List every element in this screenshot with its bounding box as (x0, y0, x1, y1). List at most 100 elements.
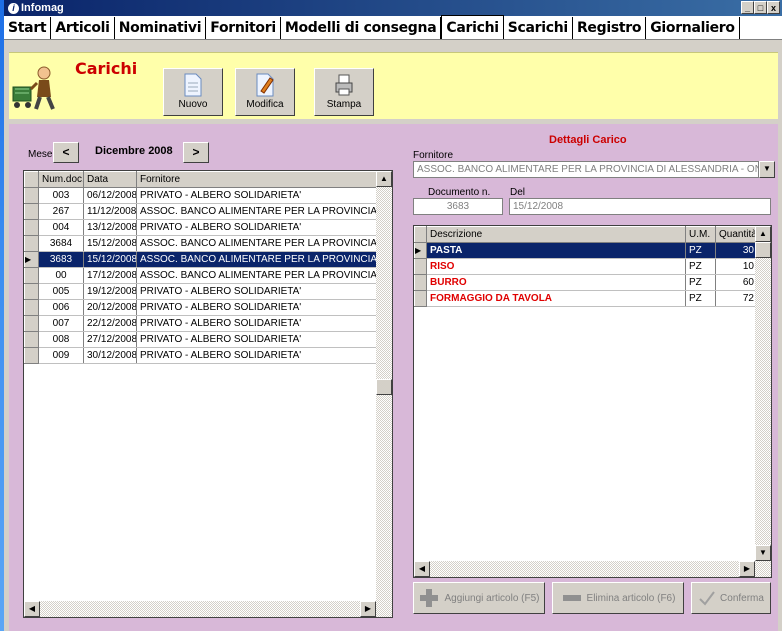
table-row[interactable]: 004 13/12/2008 PRIVATO - ALBERO SOLIDARIET… (24, 219, 379, 236)
table-row[interactable]: 003 06/12/2008 PRIVATO - ALBERO SOLIDARIET… (24, 187, 379, 204)
item-row[interactable]: FORMAGGIO DA TAVOLA PZ 72 (414, 290, 758, 307)
remove-item-button[interactable]: Elimina articolo (F6) (552, 582, 684, 614)
new-button[interactable]: Nuovo (163, 68, 223, 116)
supplier-cell[interactable]: ASSOC. BANCO ALIMENTARE PER LA PROVINCIA… (136, 235, 379, 252)
items-vertical-scrollbar[interactable]: ▲ ▼ (755, 226, 771, 561)
tab-start[interactable]: Start (4, 17, 52, 39)
item-quantity-cell[interactable]: 10 (715, 258, 758, 275)
item-row[interactable]: RISO PZ 10 (414, 258, 758, 275)
date-cell[interactable]: 06/12/2008 (83, 187, 137, 204)
row-selector[interactable] (24, 331, 39, 348)
item-um-cell[interactable]: PZ (685, 258, 716, 275)
scroll-right-icon[interactable]: ▶ (360, 601, 376, 617)
table-row[interactable]: 3684 15/12/2008 ASSOC. BANCO ALIMENTARE PE… (24, 235, 379, 252)
item-um-cell[interactable]: PZ (685, 274, 716, 291)
row-selector[interactable] (414, 274, 427, 291)
scroll-right-icon[interactable]: ▶ (739, 561, 755, 577)
row-selector[interactable] (24, 347, 39, 364)
num-doc-cell[interactable]: 009 (38, 347, 84, 364)
table-row[interactable]: 009 30/12/2008 PRIVATO - ALBERO SOLIDARIET… (24, 347, 379, 364)
col-header-descrizione[interactable]: Descrizione (426, 226, 686, 243)
tab-modelli-di-consegna[interactable]: Modelli di consegna (281, 17, 442, 39)
num-doc-cell[interactable]: 007 (38, 315, 84, 332)
date-cell[interactable]: 11/12/2008 (83, 203, 137, 220)
print-button[interactable]: Stampa (314, 68, 374, 116)
row-selector[interactable] (414, 290, 427, 307)
loads-horizontal-scrollbar[interactable]: ◀ ▶ (24, 601, 392, 617)
col-header-data[interactable]: Data (83, 171, 137, 188)
tab-giornaliero[interactable]: Giornaliero (646, 17, 740, 39)
date-cell[interactable]: 13/12/2008 (83, 219, 137, 236)
close-button[interactable]: x (767, 1, 780, 14)
item-quantity-cell[interactable]: 30 (715, 242, 758, 259)
minimize-button[interactable]: _ (741, 1, 754, 14)
date-cell[interactable]: 17/12/2008 (83, 267, 137, 284)
row-selector[interactable] (24, 315, 39, 332)
tab-carichi[interactable]: Carichi (441, 15, 504, 39)
date-cell[interactable]: 30/12/2008 (83, 347, 137, 364)
table-row[interactable]: 00 17/12/2008 ASSOC. BANCO ALIMENTARE PER … (24, 267, 379, 284)
supplier-cell[interactable]: PRIVATO - ALBERO SOLIDARIETA' (136, 331, 379, 348)
item-quantity-cell[interactable]: 60 (715, 274, 758, 291)
item-um-cell[interactable]: PZ (685, 242, 716, 259)
row-selector[interactable] (24, 299, 39, 316)
tab-registro[interactable]: Registro (573, 17, 647, 39)
item-row[interactable]: ▶ PASTA PZ 30 (414, 242, 758, 259)
item-description-cell[interactable]: FORMAGGIO DA TAVOLA (426, 290, 686, 307)
row-selector[interactable] (24, 235, 39, 252)
date-cell[interactable]: 22/12/2008 (83, 315, 137, 332)
num-doc-cell[interactable]: 3684 (38, 235, 84, 252)
item-description-cell[interactable]: BURRO (426, 274, 686, 291)
row-selector[interactable] (24, 283, 39, 300)
table-row[interactable]: 007 22/12/2008 PRIVATO - ALBERO SOLIDARIET… (24, 315, 379, 332)
table-row[interactable]: 267 11/12/2008 ASSOC. BANCO ALIMENTARE PER… (24, 203, 379, 220)
row-selector[interactable] (24, 187, 39, 204)
supplier-cell[interactable]: ASSOC. BANCO ALIMENTARE PER LA PROVINCIA… (136, 251, 379, 268)
supplier-cell[interactable]: PRIVATO - ALBERO SOLIDARIETA' (136, 283, 379, 300)
item-row[interactable]: BURRO PZ 60 (414, 274, 758, 291)
add-item-button[interactable]: Aggiungi articolo (F5) (413, 582, 545, 614)
scroll-thumb[interactable] (755, 242, 771, 258)
num-doc-cell[interactable]: 006 (38, 299, 84, 316)
maximize-button[interactable]: □ (754, 1, 767, 14)
date-cell[interactable]: 19/12/2008 (83, 283, 137, 300)
item-um-cell[interactable]: PZ (685, 290, 716, 307)
item-description-cell[interactable]: PASTA (426, 242, 686, 259)
current-row-arrow-icon[interactable]: ▶ (24, 251, 39, 268)
table-row[interactable]: 006 20/12/2008 PRIVATO - ALBERO SOLIDARIET… (24, 299, 379, 316)
chevron-down-icon[interactable]: ▼ (759, 161, 775, 178)
supplier-cell[interactable]: PRIVATO - ALBERO SOLIDARIETA' (136, 299, 379, 316)
row-selector[interactable] (414, 258, 427, 275)
num-doc-cell[interactable]: 3683 (38, 251, 84, 268)
supplier-cell[interactable]: ASSOC. BANCO ALIMENTARE PER LA PROVINCIA… (136, 203, 379, 220)
table-row[interactable]: 008 27/12/2008 PRIVATO - ALBERO SOLIDARIET… (24, 331, 379, 348)
num-doc-cell[interactable]: 008 (38, 331, 84, 348)
num-doc-cell[interactable]: 003 (38, 187, 84, 204)
tab-nominativi[interactable]: Nominativi (115, 17, 207, 39)
date-field[interactable]: 15/12/2008 (509, 198, 771, 215)
date-cell[interactable]: 20/12/2008 (83, 299, 137, 316)
num-doc-cell[interactable]: 00 (38, 267, 84, 284)
tab-scarichi[interactable]: Scarichi (504, 17, 573, 39)
doc-number-field[interactable]: 3683 (413, 198, 503, 215)
supplier-cell[interactable]: PRIVATO - ALBERO SOLIDARIETA' (136, 187, 379, 204)
item-quantity-cell[interactable]: 72 (715, 290, 758, 307)
col-header-quantita[interactable]: Quantità (715, 226, 758, 243)
supplier-cell[interactable]: PRIVATO - ALBERO SOLIDARIETA' (136, 219, 379, 236)
date-cell[interactable]: 27/12/2008 (83, 331, 137, 348)
col-header-num-doc[interactable]: Num.doc. (38, 171, 84, 188)
scroll-down-icon[interactable]: ▼ (755, 545, 771, 561)
row-selector[interactable] (24, 267, 39, 284)
scroll-thumb[interactable] (376, 379, 392, 395)
scroll-left-icon[interactable]: ◀ (414, 561, 430, 577)
loads-vertical-scrollbar[interactable]: ▲ (376, 171, 392, 601)
date-cell[interactable]: 15/12/2008 (83, 251, 137, 268)
supplier-select[interactable]: ASSOC. BANCO ALIMENTARE PER LA PROVINCIA… (413, 161, 759, 178)
num-doc-cell[interactable]: 005 (38, 283, 84, 300)
scroll-left-icon[interactable]: ◀ (24, 601, 40, 617)
supplier-cell[interactable]: ASSOC. BANCO ALIMENTARE PER LA PROVINCIA… (136, 267, 379, 284)
tab-fornitori[interactable]: Fornitori (206, 17, 281, 39)
current-row-arrow-icon[interactable]: ▶ (414, 242, 427, 259)
row-selector[interactable] (24, 203, 39, 220)
next-month-button[interactable]: > (183, 142, 209, 163)
